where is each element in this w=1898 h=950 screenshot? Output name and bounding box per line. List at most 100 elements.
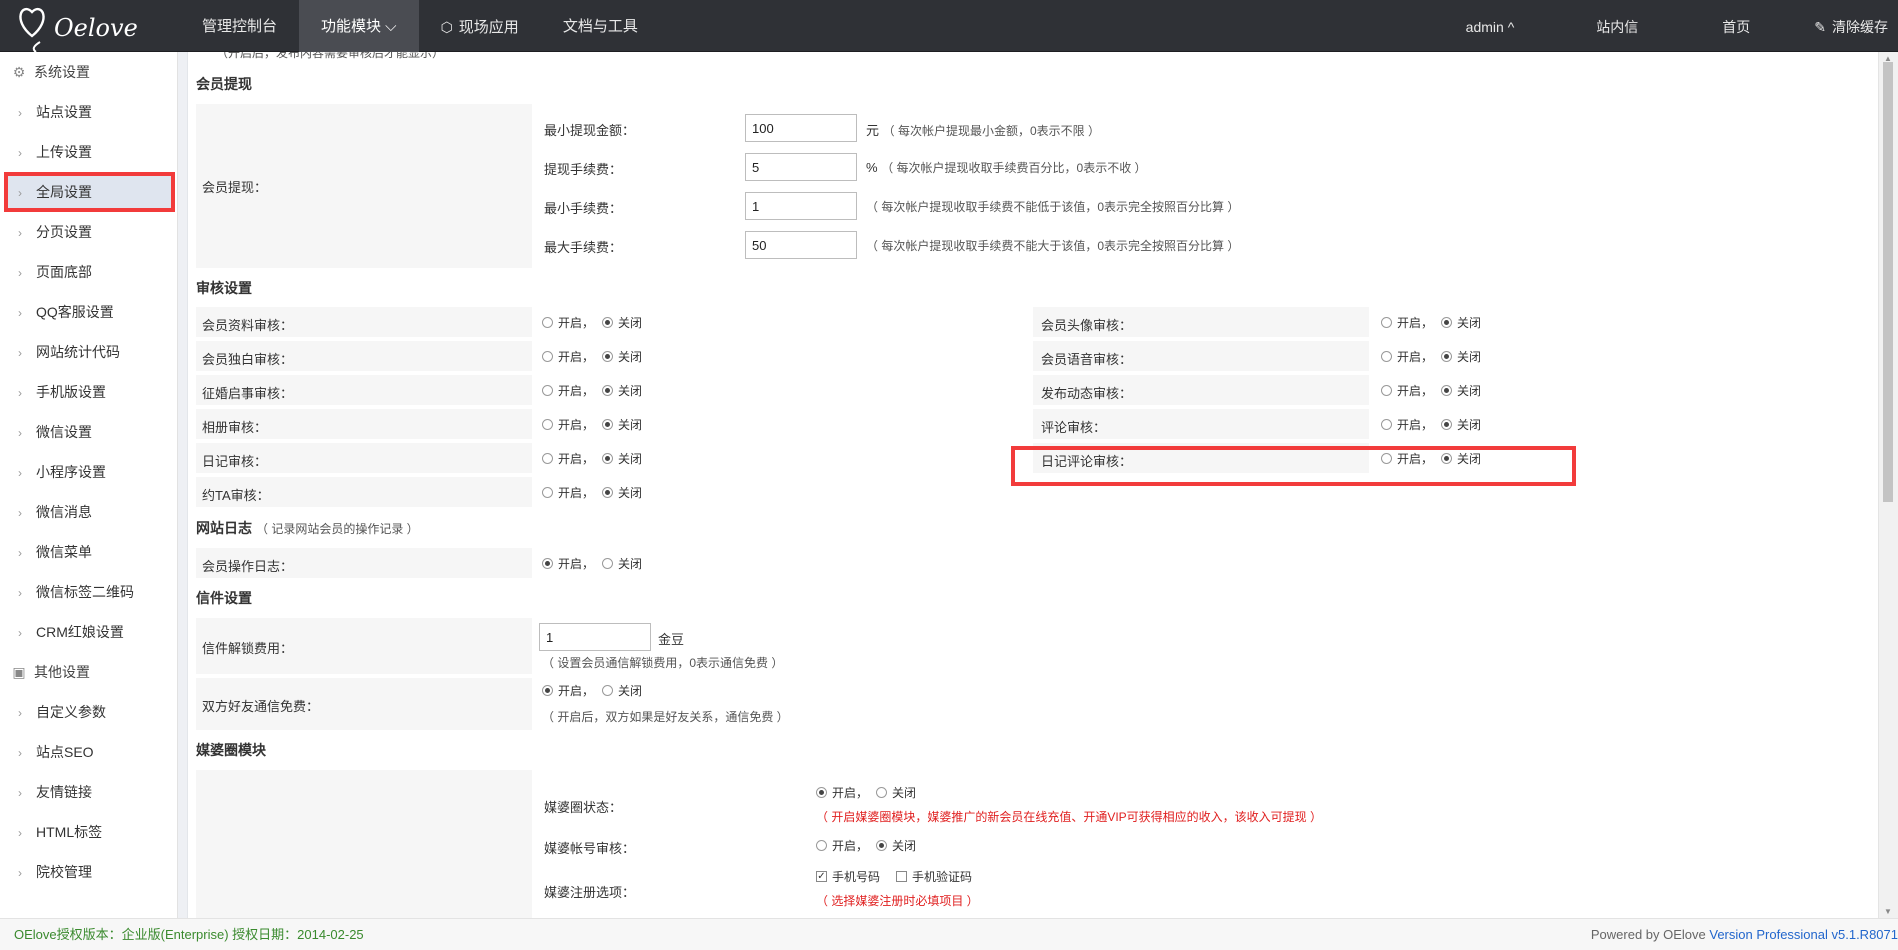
chevron-right-icon: › xyxy=(18,746,22,760)
sidebar-item-upload[interactable]: › 上传设置 xyxy=(0,132,177,172)
radio-label-off: 关闭 xyxy=(618,316,643,330)
sidebar-item-stats[interactable]: › 网站统计代码 xyxy=(0,332,177,372)
min-fee-hint: （ 每次帐户提现收取手续费不能低于该值，0表示完全按照百分比算 ） xyxy=(866,198,1239,215)
audit-profile-off[interactable]: 关闭 xyxy=(602,314,642,331)
audit-monologue-on[interactable]: 开启， xyxy=(542,348,594,365)
reg-option-phone[interactable]: ✓ 手机号码 xyxy=(816,868,880,885)
nav-live-apps[interactable]: ⬡ 现场应用 xyxy=(419,0,541,52)
max-fee-input[interactable] xyxy=(745,231,857,259)
sidebar-item-label: 小程序设置 xyxy=(36,464,106,480)
chevron-right-icon: › xyxy=(18,546,22,560)
audit-diary-radios: 开启， 关闭 xyxy=(542,450,650,467)
sidebar-item-custom-params[interactable]: › 自定义参数 xyxy=(0,692,177,732)
checkbox-checked-icon: ✓ xyxy=(816,871,827,882)
unlock-fee-input[interactable] xyxy=(539,623,651,651)
sidebar-item-wechat-menu[interactable]: › 微信菜单 xyxy=(0,532,177,572)
friends-free-on[interactable]: 开启， xyxy=(542,682,594,699)
radio-label-off: 关闭 xyxy=(618,684,643,698)
matchmaker-reg-options: ✓ 手机号码 手机验证码 xyxy=(816,868,980,885)
sidebar-item-miniprogram[interactable]: › 小程序设置 xyxy=(0,452,177,492)
nav-home[interactable]: 首页 xyxy=(1680,0,1792,52)
matchmaker-account-on[interactable]: 开启， xyxy=(816,837,868,854)
matchmaker-status-on[interactable]: 开启， xyxy=(816,784,868,801)
footer: OElove授权版本：企业版(Enterprise) 授权日期：2014-02-… xyxy=(0,918,1898,950)
audit-album-on[interactable]: 开启， xyxy=(542,416,594,433)
sidebar-item-qq[interactable]: › QQ客服设置 xyxy=(0,292,177,332)
radio-checked-icon xyxy=(816,787,827,798)
audit-voice-off[interactable]: 关闭 xyxy=(1441,348,1481,365)
scroll-down-icon[interactable]: ▼ xyxy=(1884,907,1892,916)
audit-album-label: 相册审核： xyxy=(202,420,268,435)
unit-percent: % xyxy=(866,160,878,175)
radio-icon xyxy=(1381,351,1392,362)
friends-free-off[interactable]: 关闭 xyxy=(602,682,642,699)
audit-comment-on[interactable]: 开启， xyxy=(1381,416,1433,433)
matchmaker-status-radios: 开启， 关闭 xyxy=(816,784,924,801)
audit-album-off[interactable]: 关闭 xyxy=(602,416,642,433)
sidebar-item-html-tags[interactable]: › HTML标签 xyxy=(0,812,177,852)
nav-messages[interactable]: 站内信 xyxy=(1554,0,1680,52)
sidebar-item-wechat-qrcode[interactable]: › 微信标签二维码 xyxy=(0,572,177,612)
sidebar-item-wechat-msg[interactable]: › 微信消息 xyxy=(0,492,177,532)
sidebar-item-seo[interactable]: › 站点SEO xyxy=(0,732,177,772)
min-withdraw-hint: 元 （ 每次帐户提现最小金额，0表示不限 ） xyxy=(866,120,1100,139)
admin-menu[interactable]: admin ^ xyxy=(1426,0,1555,52)
audit-avatar-off[interactable]: 关闭 xyxy=(1441,314,1481,331)
radio-icon xyxy=(1381,385,1392,396)
clear-cache-button[interactable]: ✎ 清除缓存 xyxy=(1792,0,1898,52)
radio-label-on: 开启， xyxy=(1397,350,1434,364)
sidebar-item-links[interactable]: › 友情链接 xyxy=(0,772,177,812)
matchmaker-account-off[interactable]: 关闭 xyxy=(876,837,916,854)
version-link[interactable]: Version Professional v5.1.R8071 xyxy=(1709,927,1898,942)
sidebar-item-mobile[interactable]: › 手机版设置 xyxy=(0,372,177,412)
sidebar: ⚙ 系统设置 › 站点设置 › 上传设置 › 全局设置 › 分页设置 › 页面底部 › QQ客… xyxy=(0,52,178,918)
sidebar-item-crm[interactable]: › CRM红娘设置 xyxy=(0,612,177,652)
nav-modules[interactable]: 功能模块 ⌵ xyxy=(299,0,419,52)
audit-date-on[interactable]: 开启， xyxy=(542,484,594,501)
audit-avatar-on[interactable]: 开启， xyxy=(1381,314,1433,331)
sidebar-splitter[interactable] xyxy=(178,52,188,918)
reg-option-sms-code[interactable]: 手机验证码 xyxy=(896,868,972,885)
radio-label-off: 关闭 xyxy=(618,350,643,364)
radio-label-on: 开启， xyxy=(832,786,869,800)
sidebar-item-label: QQ客服设置 xyxy=(36,304,114,320)
audit-diary-off[interactable]: 关闭 xyxy=(602,450,642,467)
clear-cache-label: 清除缓存 xyxy=(1832,19,1888,35)
audit-voice-on[interactable]: 开启， xyxy=(1381,348,1433,365)
audit-post-on[interactable]: 开启， xyxy=(1381,382,1433,399)
min-fee-input[interactable] xyxy=(745,192,857,220)
min-withdraw-input[interactable] xyxy=(745,114,857,142)
vertical-scrollbar[interactable]: ▲ ▼ xyxy=(1878,52,1898,918)
log-title-note: （ 记录网站会员的操作记录 ） xyxy=(256,522,419,536)
member-log-on[interactable]: 开启， xyxy=(542,555,594,572)
nav-docs-tools[interactable]: 文档与工具 xyxy=(541,0,660,52)
chevron-right-icon: › xyxy=(18,306,22,320)
member-log-off[interactable]: 关闭 xyxy=(602,555,642,572)
sidebar-item-site[interactable]: › 站点设置 xyxy=(0,92,177,132)
section-title-letter: 信件设置 xyxy=(196,590,252,606)
audit-comment-off[interactable]: 关闭 xyxy=(1441,416,1481,433)
audit-post-off[interactable]: 关闭 xyxy=(1441,382,1481,399)
sidebar-item-schools[interactable]: › 院校管理 xyxy=(0,852,177,892)
scrollbar-thumb[interactable] xyxy=(1883,62,1893,502)
matchmaker-status-off[interactable]: 关闭 xyxy=(876,784,916,801)
audit-marriage-ad-on[interactable]: 开启， xyxy=(542,382,594,399)
radio-icon xyxy=(542,317,553,328)
unlock-fee-unit: 金豆 xyxy=(658,632,685,647)
audit-voice-radios: 开启， 关闭 xyxy=(1381,348,1489,365)
withdraw-fee-input[interactable] xyxy=(745,153,857,181)
audit-marriage-ad-off[interactable]: 关闭 xyxy=(602,382,642,399)
radio-checked-icon xyxy=(876,840,888,851)
sidebar-item-global[interactable]: › 全局设置 xyxy=(4,172,175,212)
oelove-logo[interactable]: Oelove xyxy=(18,2,178,52)
sidebar-item-pagination[interactable]: › 分页设置 xyxy=(0,212,177,252)
audit-monologue-off[interactable]: 关闭 xyxy=(602,348,642,365)
sidebar-item-footer[interactable]: › 页面底部 xyxy=(0,252,177,292)
unlock-fee-label: 信件解锁费用： xyxy=(202,641,294,656)
radio-icon xyxy=(602,685,614,696)
audit-date-off[interactable]: 关闭 xyxy=(602,484,642,501)
audit-diary-on[interactable]: 开启， xyxy=(542,450,594,467)
nav-dashboard[interactable]: 管理控制台 xyxy=(180,0,299,52)
sidebar-item-wechat[interactable]: › 微信设置 xyxy=(0,412,177,452)
audit-profile-on[interactable]: 开启， xyxy=(542,314,594,331)
